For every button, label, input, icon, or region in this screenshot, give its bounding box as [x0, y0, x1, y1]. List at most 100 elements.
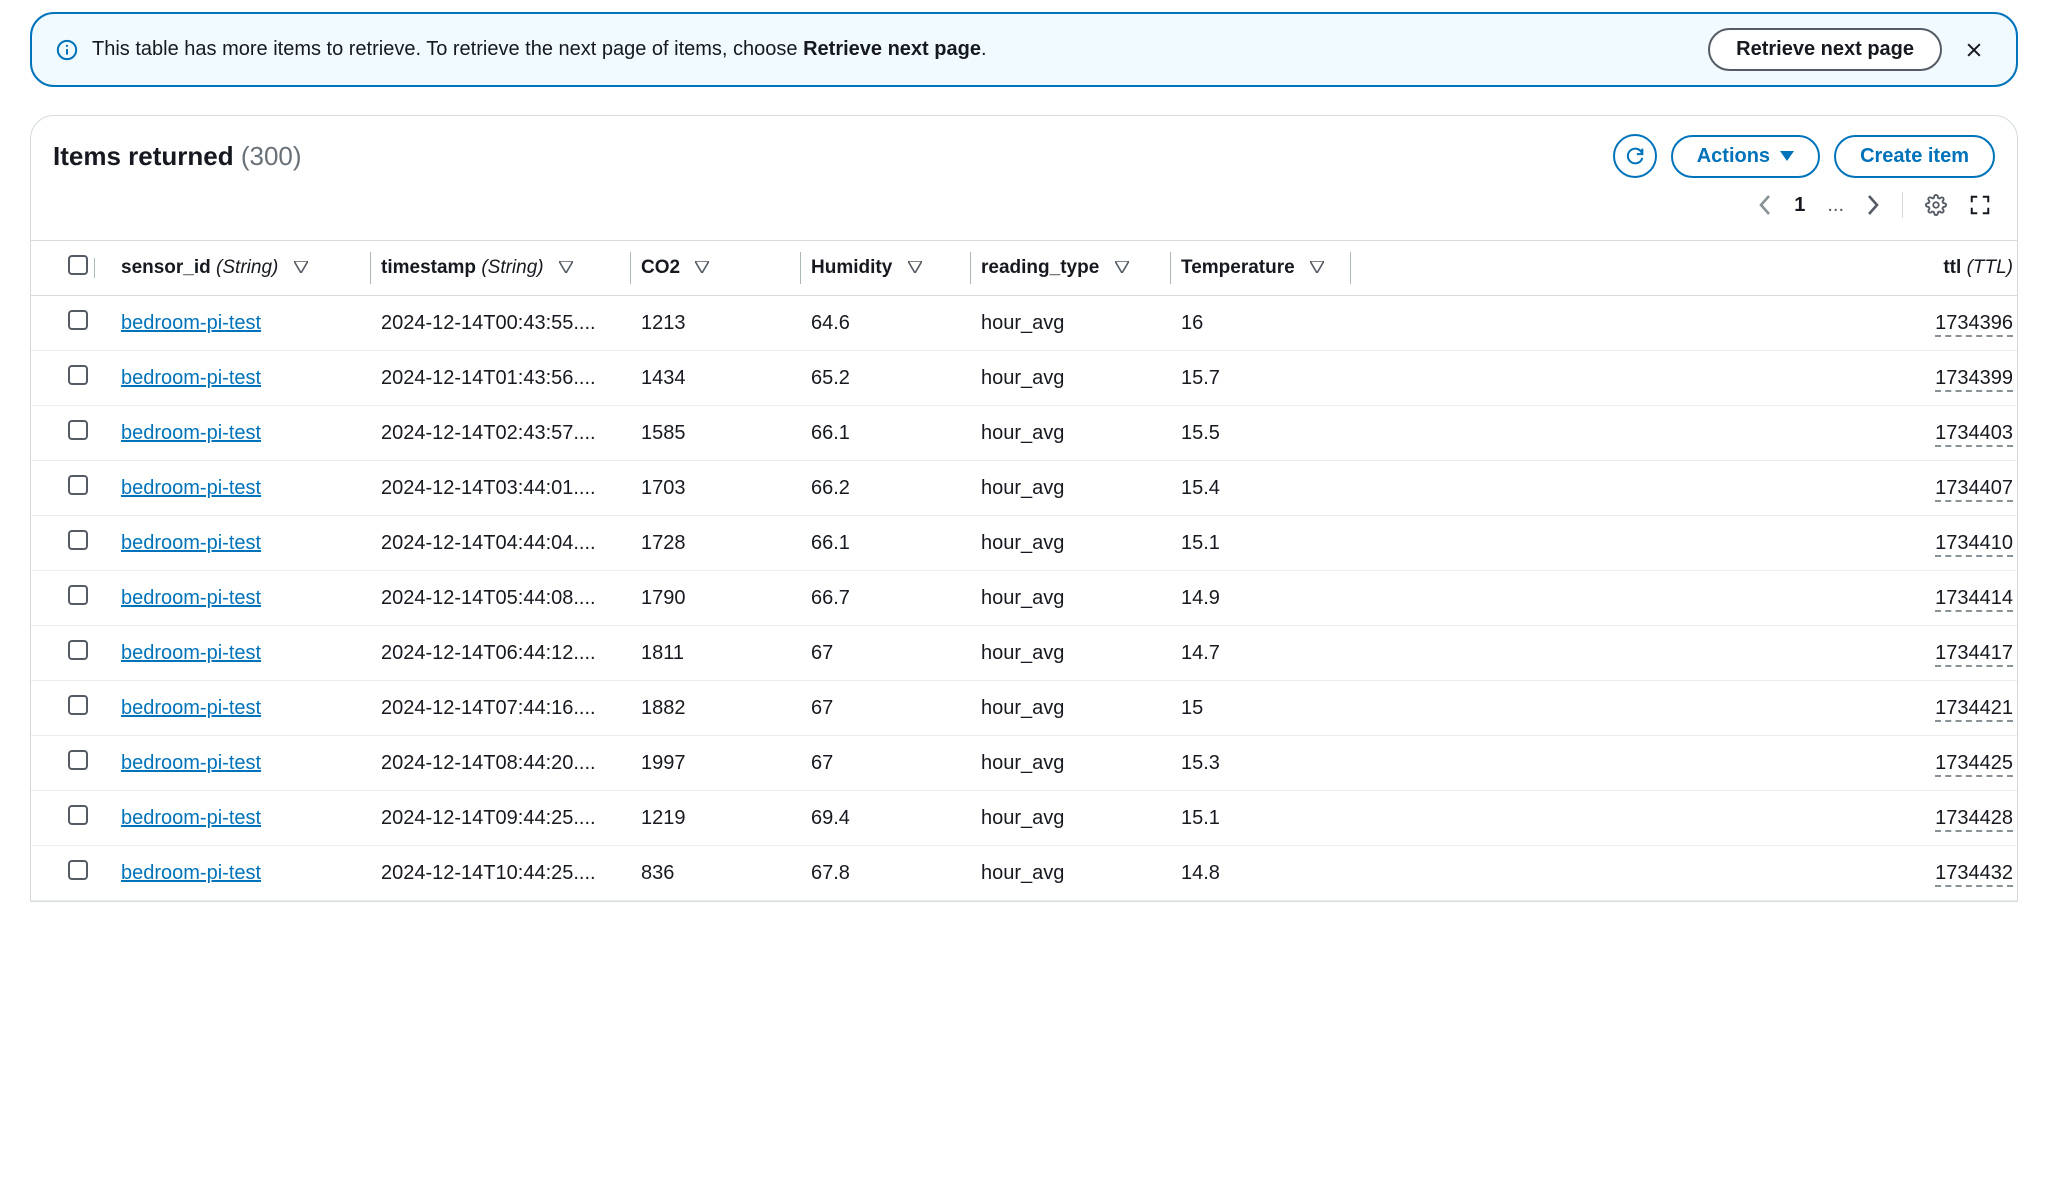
column-header-ttl[interactable]: ttl (TTL) — [1351, 241, 2017, 296]
column-header-timestamp[interactable]: timestamp (String) — [371, 241, 631, 296]
cell-ttl: 1734432 — [1351, 846, 2017, 901]
row-select-cell — [31, 626, 111, 681]
cell-sensor-id: bedroom-pi-test — [111, 406, 371, 461]
next-page-button[interactable] — [1866, 194, 1880, 216]
cell-reading-type: hour_avg — [971, 791, 1171, 846]
sensor-id-link[interactable]: bedroom-pi-test — [121, 312, 261, 334]
table-row: bedroom-pi-test2024-12-14T09:44:25....12… — [31, 791, 2017, 846]
close-banner-button[interactable] — [1956, 36, 1992, 64]
row-checkbox[interactable] — [68, 585, 88, 605]
table-header-row: sensor_id (String) timestamp (String) CO… — [31, 241, 2017, 296]
sensor-id-link[interactable]: bedroom-pi-test — [121, 587, 261, 609]
sensor-id-link[interactable]: bedroom-pi-test — [121, 862, 261, 884]
ttl-value[interactable]: 1734425 — [1935, 752, 2013, 777]
column-resizer[interactable] — [94, 258, 95, 277]
cell-co2: 1728 — [631, 516, 801, 571]
column-header-humidity[interactable]: Humidity — [801, 241, 971, 296]
row-checkbox[interactable] — [68, 640, 88, 660]
column-label: timestamp — [381, 257, 476, 278]
info-message: This table has more items to retrieve. T… — [92, 38, 1694, 61]
sensor-id-link[interactable]: bedroom-pi-test — [121, 697, 261, 719]
sensor-id-link[interactable]: bedroom-pi-test — [121, 642, 261, 664]
cell-temperature: 15.4 — [1171, 461, 1351, 516]
cell-temperature: 15.3 — [1171, 736, 1351, 791]
actions-dropdown-button[interactable]: Actions — [1671, 135, 1820, 178]
cell-reading-type: hour_avg — [971, 296, 1171, 351]
ttl-value[interactable]: 1734421 — [1935, 697, 2013, 722]
row-checkbox[interactable] — [68, 310, 88, 330]
row-checkbox[interactable] — [68, 365, 88, 385]
panel-title-count: (300) — [241, 141, 302, 171]
row-checkbox[interactable] — [68, 750, 88, 770]
column-header-reading-type[interactable]: reading_type — [971, 241, 1171, 296]
fullscreen-icon[interactable] — [1969, 194, 1991, 216]
ttl-value[interactable]: 1734414 — [1935, 587, 2013, 612]
row-select-cell — [31, 791, 111, 846]
row-checkbox[interactable] — [68, 530, 88, 550]
prev-page-button[interactable] — [1758, 194, 1772, 216]
cell-reading-type: hour_avg — [971, 461, 1171, 516]
sensor-id-link[interactable]: bedroom-pi-test — [121, 532, 261, 554]
column-label: sensor_id — [121, 257, 211, 278]
ttl-value[interactable]: 1734399 — [1935, 367, 2013, 392]
row-select-cell — [31, 846, 111, 901]
table-row: bedroom-pi-test2024-12-14T04:44:04....17… — [31, 516, 2017, 571]
ttl-value[interactable]: 1734432 — [1935, 862, 2013, 887]
cell-timestamp: 2024-12-14T04:44:04.... — [371, 516, 631, 571]
row-checkbox[interactable] — [68, 860, 88, 880]
cell-timestamp: 2024-12-14T10:44:25.... — [371, 846, 631, 901]
ttl-value[interactable]: 1734407 — [1935, 477, 2013, 502]
cell-humidity: 66.2 — [801, 461, 971, 516]
cell-ttl: 1734414 — [1351, 571, 2017, 626]
filter-icon[interactable] — [908, 261, 922, 273]
cell-co2: 1213 — [631, 296, 801, 351]
row-select-cell — [31, 351, 111, 406]
cell-sensor-id: bedroom-pi-test — [111, 626, 371, 681]
sensor-id-link[interactable]: bedroom-pi-test — [121, 422, 261, 444]
row-select-cell — [31, 296, 111, 351]
column-type: (String) — [481, 257, 543, 278]
filter-icon[interactable] — [1310, 261, 1324, 273]
ttl-value[interactable]: 1734410 — [1935, 532, 2013, 557]
cell-sensor-id: bedroom-pi-test — [111, 516, 371, 571]
settings-icon[interactable] — [1925, 194, 1947, 216]
filter-icon[interactable] — [1115, 261, 1129, 273]
row-select-cell — [31, 516, 111, 571]
ttl-value[interactable]: 1734428 — [1935, 807, 2013, 832]
cell-co2: 1997 — [631, 736, 801, 791]
select-all-checkbox[interactable] — [68, 255, 88, 275]
cell-humidity: 67.8 — [801, 846, 971, 901]
page-number[interactable]: 1 — [1794, 194, 1805, 217]
table-row: bedroom-pi-test2024-12-14T10:44:25....83… — [31, 846, 2017, 901]
ttl-value[interactable]: 1734396 — [1935, 312, 2013, 337]
ttl-value[interactable]: 1734403 — [1935, 422, 2013, 447]
column-header-sensor-id[interactable]: sensor_id (String) — [111, 241, 371, 296]
row-checkbox[interactable] — [68, 695, 88, 715]
table-row: bedroom-pi-test2024-12-14T03:44:01....17… — [31, 461, 2017, 516]
filter-icon[interactable] — [294, 261, 308, 273]
column-header-temperature[interactable]: Temperature — [1171, 241, 1351, 296]
column-header-co2[interactable]: CO2 — [631, 241, 801, 296]
sensor-id-link[interactable]: bedroom-pi-test — [121, 807, 261, 829]
sensor-id-link[interactable]: bedroom-pi-test — [121, 752, 261, 774]
cell-reading-type: hour_avg — [971, 626, 1171, 681]
filter-icon[interactable] — [695, 261, 709, 273]
cell-sensor-id: bedroom-pi-test — [111, 296, 371, 351]
column-label: reading_type — [981, 257, 1099, 278]
column-label: ttl — [1943, 257, 1961, 278]
retrieve-next-page-button[interactable]: Retrieve next page — [1708, 28, 1942, 71]
sensor-id-link[interactable]: bedroom-pi-test — [121, 367, 261, 389]
row-checkbox[interactable] — [68, 475, 88, 495]
sensor-id-link[interactable]: bedroom-pi-test — [121, 477, 261, 499]
cell-sensor-id: bedroom-pi-test — [111, 351, 371, 406]
cell-ttl: 1734396 — [1351, 296, 2017, 351]
info-icon — [56, 39, 78, 61]
table-row: bedroom-pi-test2024-12-14T01:43:56....14… — [31, 351, 2017, 406]
refresh-button[interactable] — [1613, 134, 1657, 178]
create-item-button[interactable]: Create item — [1834, 135, 1995, 178]
ttl-value[interactable]: 1734417 — [1935, 642, 2013, 667]
row-checkbox[interactable] — [68, 805, 88, 825]
row-checkbox[interactable] — [68, 420, 88, 440]
cell-temperature: 14.8 — [1171, 846, 1351, 901]
filter-icon[interactable] — [559, 261, 573, 273]
